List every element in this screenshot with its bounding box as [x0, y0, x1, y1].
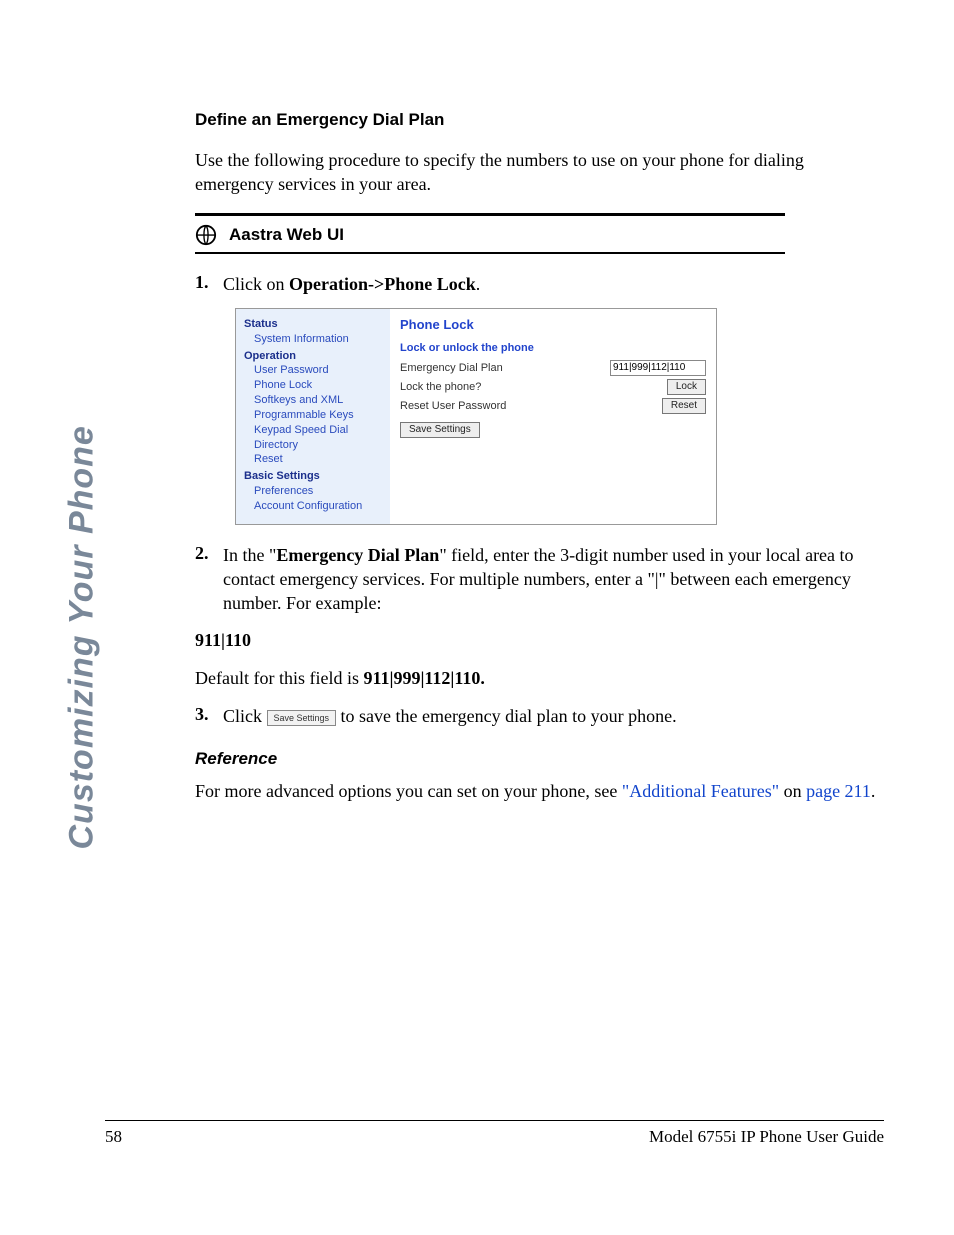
- side-acct[interactable]: Account Configuration: [244, 499, 382, 514]
- page-content: Define an Emergency Dial Plan Use the fo…: [195, 110, 880, 817]
- default-text: Default for this field is 911|999|112|11…: [195, 666, 880, 690]
- default-a: Default for this field is: [195, 668, 363, 688]
- reference-heading: Reference: [195, 749, 880, 769]
- figure-title: Phone Lock: [400, 317, 706, 332]
- side-sys-info[interactable]: System Information: [244, 332, 382, 347]
- example-value: 911|110: [195, 628, 880, 652]
- step1-bold: Operation->Phone Lock: [289, 274, 476, 294]
- link-additional-features[interactable]: "Additional Features": [622, 781, 779, 801]
- side-basic: Basic Settings: [244, 469, 382, 484]
- row-emergency-label: Emergency Dial Plan: [400, 362, 610, 374]
- side-reset[interactable]: Reset: [244, 452, 382, 467]
- step1-prefix: Click on: [223, 274, 289, 294]
- step-3-text: Click Save Settings to save the emergenc…: [223, 704, 880, 728]
- heading-define-emergency: Define an Emergency Dial Plan: [195, 110, 880, 130]
- intro-text: Use the following procedure to specify t…: [195, 148, 880, 197]
- example-bold: 911|110: [195, 630, 251, 650]
- ref-a: For more advanced options you can set on…: [195, 781, 622, 801]
- side-operation: Operation: [244, 349, 382, 364]
- instruction-banner: Aastra Web UI: [195, 213, 785, 254]
- phone-lock-screenshot: Status System Information Operation User…: [235, 308, 717, 525]
- step3-b: to save the emergency dial plan to your …: [336, 706, 677, 726]
- steps-list-3: 3. Click Save Settings to save the emerg…: [195, 704, 880, 728]
- step-number: 2.: [195, 543, 223, 616]
- side-status: Status: [244, 317, 382, 332]
- globe-icon: [195, 224, 217, 246]
- row-reset-label: Reset User Password: [400, 400, 662, 412]
- step2-a: In the ": [223, 545, 276, 565]
- link-page-211[interactable]: page 211: [806, 781, 871, 801]
- step3-a: Click: [223, 706, 267, 726]
- footer-title: Model 6755i IP Phone User Guide: [649, 1127, 884, 1147]
- step2-bold: Emergency Dial Plan: [276, 545, 439, 565]
- step-1-text: Click on Operation->Phone Lock.: [223, 272, 880, 296]
- page-footer: 58 Model 6755i IP Phone User Guide: [105, 1120, 884, 1147]
- lock-button[interactable]: Lock: [667, 379, 706, 395]
- instruction-title: Aastra Web UI: [229, 225, 344, 245]
- steps-list-2: 2. In the "Emergency Dial Plan" field, e…: [195, 543, 880, 616]
- step1-suffix: .: [476, 274, 481, 294]
- page-number: 58: [105, 1127, 122, 1147]
- ref-mid: on: [779, 781, 806, 801]
- section-title-vertical: Customizing Your Phone: [63, 110, 102, 850]
- reference-text: For more advanced options you can set on…: [195, 779, 880, 803]
- sidebar-band: Customizing Your Phone: [62, 90, 106, 860]
- figure-subtitle: Lock or unlock the phone: [400, 342, 706, 354]
- side-softkeys[interactable]: Softkeys and XML: [244, 393, 382, 408]
- side-prog-keys[interactable]: Programmable Keys: [244, 408, 382, 423]
- step-number: 3.: [195, 704, 223, 728]
- side-phone-lock[interactable]: Phone Lock: [244, 378, 382, 393]
- row-lock-label: Lock the phone?: [400, 381, 667, 393]
- emergency-dial-plan-input[interactable]: [610, 360, 706, 376]
- figure-sidebar: Status System Information Operation User…: [236, 309, 390, 524]
- step-2-text: In the "Emergency Dial Plan" field, ente…: [223, 543, 880, 616]
- default-b: 911|999|112|110.: [363, 668, 484, 688]
- save-settings-button[interactable]: Save Settings: [400, 422, 480, 438]
- reset-button[interactable]: Reset: [662, 398, 706, 414]
- side-keypad[interactable]: Keypad Speed Dial: [244, 423, 382, 438]
- inline-save-settings-button: Save Settings: [267, 710, 337, 726]
- figure-main: Phone Lock Lock or unlock the phone Emer…: [390, 309, 716, 524]
- step-number: 1.: [195, 272, 223, 296]
- side-directory[interactable]: Directory: [244, 438, 382, 453]
- side-prefs[interactable]: Preferences: [244, 484, 382, 499]
- side-user-pw[interactable]: User Password: [244, 363, 382, 378]
- steps-list: 1. Click on Operation->Phone Lock.: [195, 272, 880, 296]
- ref-end: .: [871, 781, 876, 801]
